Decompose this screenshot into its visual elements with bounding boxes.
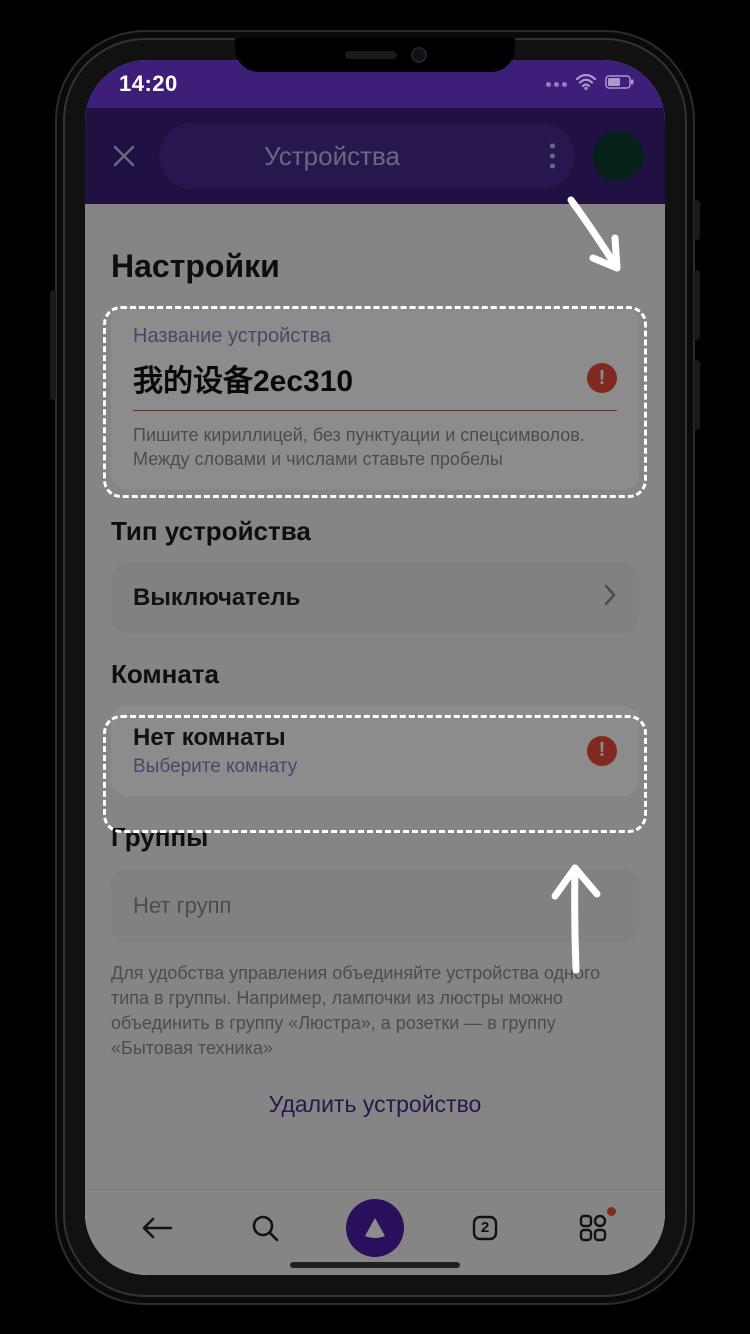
groups-empty-label: Нет групп	[133, 893, 231, 918]
device-name-card[interactable]: Название устройства 我的设备2ec310 ! Пишите …	[111, 307, 639, 490]
battery-icon	[605, 75, 635, 94]
notification-badge	[607, 1207, 616, 1216]
status-time: 14:20	[119, 71, 178, 97]
wifi-icon	[575, 74, 597, 95]
more-status-icon	[546, 82, 567, 87]
room-row[interactable]: Нет комнаты Выберите комнату !	[111, 706, 639, 796]
volume-up-button	[694, 270, 700, 340]
device-name-label: Название устройства	[133, 325, 617, 348]
error-icon: !	[587, 736, 617, 766]
screen: 14:20 Устройства	[85, 60, 665, 1275]
groups-hint: Для удобства управления объединяйте устр…	[111, 961, 639, 1062]
settings-heading: Настройки	[111, 248, 639, 285]
room-subtitle: Выберите комнату	[133, 756, 297, 778]
alice-tab[interactable]	[346, 1199, 404, 1257]
power-button	[50, 290, 56, 400]
device-name-hint: Пишите кириллицей, без пунктуации и спец…	[133, 423, 617, 472]
settings-content: Настройки Название устройства 我的设备2ec310…	[85, 204, 665, 1189]
phone-frame: 14:20 Устройства	[55, 30, 695, 1305]
phone-notch	[235, 38, 515, 72]
bottom-tab-bar: 2	[85, 1189, 665, 1275]
device-type-heading: Тип устройства	[111, 516, 639, 547]
header-title-chip[interactable]: Устройства	[159, 123, 575, 189]
device-name-input[interactable]: 我的设备2ec310	[133, 356, 353, 400]
delete-device-button[interactable]: Удалить устройство	[111, 1091, 639, 1118]
volume-down-button	[694, 360, 700, 430]
apps-tab[interactable]	[566, 1201, 620, 1255]
search-tab[interactable]	[238, 1201, 292, 1255]
device-type-value: Выключатель	[133, 584, 300, 612]
chevron-right-icon	[603, 581, 617, 615]
home-indicator	[290, 1262, 460, 1268]
page-header: Устройства	[85, 108, 665, 204]
input-underline	[133, 410, 617, 411]
groups-empty-row[interactable]: Нет групп	[111, 869, 639, 943]
tabs-count-tab[interactable]: 2	[458, 1201, 512, 1255]
tabs-count-label: 2	[481, 1219, 489, 1236]
mute-switch	[694, 200, 700, 240]
page-title: Устройства	[264, 141, 400, 172]
more-menu-icon[interactable]	[550, 144, 555, 169]
room-title: Нет комнаты	[133, 724, 297, 752]
device-type-row[interactable]: Выключатель	[111, 563, 639, 633]
back-tab[interactable]	[130, 1201, 184, 1255]
error-icon: !	[587, 363, 617, 393]
groups-heading: Группы	[111, 822, 639, 853]
close-button[interactable]	[107, 139, 141, 173]
room-heading: Комната	[111, 659, 639, 690]
avatar[interactable]	[593, 131, 643, 181]
